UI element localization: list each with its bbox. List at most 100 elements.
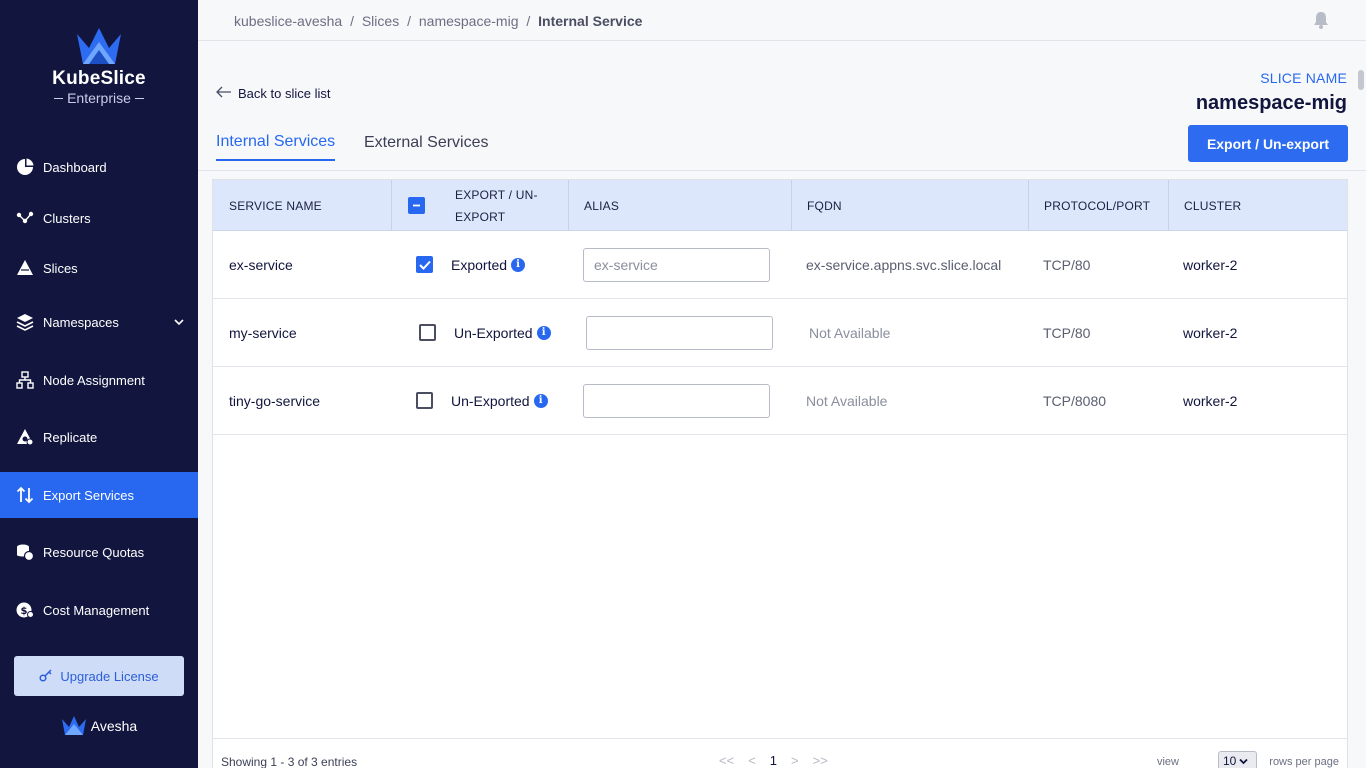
export-checkbox-cell xyxy=(416,231,433,298)
protocol-port: TCP/8080 xyxy=(1043,392,1107,409)
col-fqdn[interactable]: FQDN xyxy=(791,180,1029,231)
service-name: tiny-go-service xyxy=(229,392,321,409)
next-page-button[interactable]: > xyxy=(791,753,799,768)
sidebar-item-label: Namespaces xyxy=(43,314,119,330)
sidebar-item-clusters[interactable]: Clusters xyxy=(0,195,198,241)
table-row[interactable]: ex-service Exportedi ex-service.appns.sv… xyxy=(213,231,1347,299)
cluster-name: worker-2 xyxy=(1183,392,1238,409)
kubeslice-logo[interactable]: KubeSlice Enterprise xyxy=(0,28,198,106)
coins-icon xyxy=(16,543,34,561)
sidebar-item-export-services[interactable]: Export Services xyxy=(0,472,198,518)
info-icon[interactable]: i xyxy=(536,325,551,340)
breadcrumb-separator: / xyxy=(350,13,354,29)
select-all-checkbox[interactable] xyxy=(408,197,425,214)
page-scrollbar[interactable] xyxy=(1358,70,1364,90)
fqdn: Not Available xyxy=(806,392,888,409)
brand-edition-text: Enterprise xyxy=(67,90,131,106)
col-service-name[interactable]: SERVICE NAME xyxy=(229,180,389,231)
export-status: Un-Exported i xyxy=(451,367,548,434)
service-name: ex-service xyxy=(229,256,293,273)
tab-internal-services[interactable]: Internal Services xyxy=(216,133,336,161)
alias-cell xyxy=(583,367,770,434)
prev-page-button[interactable]: < xyxy=(748,753,756,768)
view-label: view xyxy=(1156,756,1179,768)
upgrade-license-label: Upgrade License xyxy=(60,668,159,684)
pagination: << < 1 > >> xyxy=(719,753,828,768)
cost-icon: $ xyxy=(16,601,34,619)
protocol-port: TCP/80 xyxy=(1043,324,1091,341)
chevron-down-icon[interactable] xyxy=(174,315,184,330)
sidebar-item-node-assignment[interactable]: Node Assignment xyxy=(0,357,198,403)
breadcrumb-current: Internal Service xyxy=(538,13,643,29)
avesha-name: Avesha xyxy=(90,718,138,734)
info-icon[interactable]: i xyxy=(511,257,526,272)
sidebar-item-resource-quotas[interactable]: Resource Quotas xyxy=(0,529,198,575)
breadcrumb-slices[interactable]: Slices xyxy=(362,13,399,29)
info-icon[interactable]: i xyxy=(533,393,548,408)
breadcrumb: kubeslice-avesha / Slices / namespace-mi… xyxy=(234,13,642,29)
sidebar-item-cost-management[interactable]: $ Cost Management xyxy=(0,587,198,633)
bell-icon[interactable] xyxy=(1312,11,1330,34)
avesha-logo: Avesha xyxy=(0,716,198,736)
back-to-slice-list-link[interactable]: Back to slice list xyxy=(216,86,330,101)
services-table: SERVICE NAME EXPORT / UN-EXPORT ALIAS FQ… xyxy=(212,179,1348,768)
col-protocol-port[interactable]: PROTOCOL/PORT xyxy=(1028,180,1168,231)
alias-cell xyxy=(586,299,773,366)
fqdn: Not Available xyxy=(809,324,891,341)
brand-edition: Enterprise xyxy=(0,90,198,106)
top-bar: kubeslice-avesha / Slices / namespace-mi… xyxy=(198,0,1366,41)
breadcrumb-slice[interactable]: namespace-mig xyxy=(419,13,519,29)
export-unexport-button[interactable]: Export / Un-export xyxy=(1188,125,1348,162)
pie-chart-icon xyxy=(16,158,34,176)
arrows-up-down-icon xyxy=(16,486,34,504)
sidebar-item-label: Export Services xyxy=(43,487,135,503)
slice-name-value: namespace-mig xyxy=(1195,92,1347,114)
replicate-icon xyxy=(16,428,34,446)
export-checkbox[interactable] xyxy=(419,324,436,341)
export-checkbox[interactable] xyxy=(416,256,433,273)
sidebar-item-slices[interactable]: Slices xyxy=(0,245,198,291)
export-checkbox-cell xyxy=(419,299,436,366)
arrow-left-icon xyxy=(216,86,232,101)
table-row[interactable]: tiny-go-service Un-Exported i Not Availab… xyxy=(213,367,1347,435)
sidebar-item-dashboard[interactable]: Dashboard xyxy=(0,144,198,190)
breadcrumb-separator: / xyxy=(407,13,411,29)
clusters-icon xyxy=(16,209,34,227)
key-icon xyxy=(39,668,53,685)
sidebar-item-namespaces[interactable]: Namespaces xyxy=(0,299,198,345)
last-page-button[interactable]: >> xyxy=(813,753,828,768)
breadcrumb-org[interactable]: kubeslice-avesha xyxy=(234,13,342,29)
col-alias[interactable]: ALIAS xyxy=(568,180,790,231)
rows-per-page-value: 10 xyxy=(1223,754,1237,768)
col-cluster[interactable]: CLUSTER xyxy=(1168,180,1346,231)
alias-input[interactable] xyxy=(583,383,770,418)
export-status-text: Exported xyxy=(451,256,508,273)
layers-icon xyxy=(16,313,34,331)
table-header: SERVICE NAME EXPORT / UN-EXPORT ALIAS FQ… xyxy=(213,180,1347,231)
col-export[interactable]: EXPORT / UN-EXPORT xyxy=(455,180,555,231)
avesha-crown-icon xyxy=(61,716,86,735)
table-row[interactable]: my-service Un-Exported i Not Available TC… xyxy=(213,299,1347,367)
alias-input[interactable] xyxy=(583,247,770,282)
slice-name-label: SLICE NAME xyxy=(1260,70,1347,86)
cluster-name: worker-2 xyxy=(1183,324,1238,341)
slices-icon xyxy=(16,259,34,277)
export-status: Exported i xyxy=(451,231,526,298)
export-checkbox[interactable] xyxy=(416,392,433,409)
chevron-down-icon xyxy=(1239,754,1248,768)
back-label: Back to slice list xyxy=(238,86,331,101)
upgrade-license-button[interactable]: Upgrade License xyxy=(14,656,184,696)
brand-name: KubeSlice xyxy=(52,68,146,89)
sidebar-item-label: Node Assignment xyxy=(43,372,145,388)
first-page-button[interactable]: << xyxy=(719,753,734,768)
rows-per-page-select[interactable]: 10 xyxy=(1218,751,1257,768)
alias-input[interactable] xyxy=(586,315,773,350)
protocol-port: TCP/80 xyxy=(1043,256,1091,273)
sidebar-item-label: Dashboard xyxy=(43,159,107,175)
node-tree-icon xyxy=(16,371,34,389)
fqdn: ex-service.appns.svc.slice.local xyxy=(806,256,1002,273)
sidebar-item-replicate[interactable]: Replicate xyxy=(0,414,198,460)
current-page[interactable]: 1 xyxy=(770,753,777,768)
tab-external-services[interactable]: External Services xyxy=(364,134,489,152)
export-status: Un-Exported i xyxy=(454,299,551,366)
